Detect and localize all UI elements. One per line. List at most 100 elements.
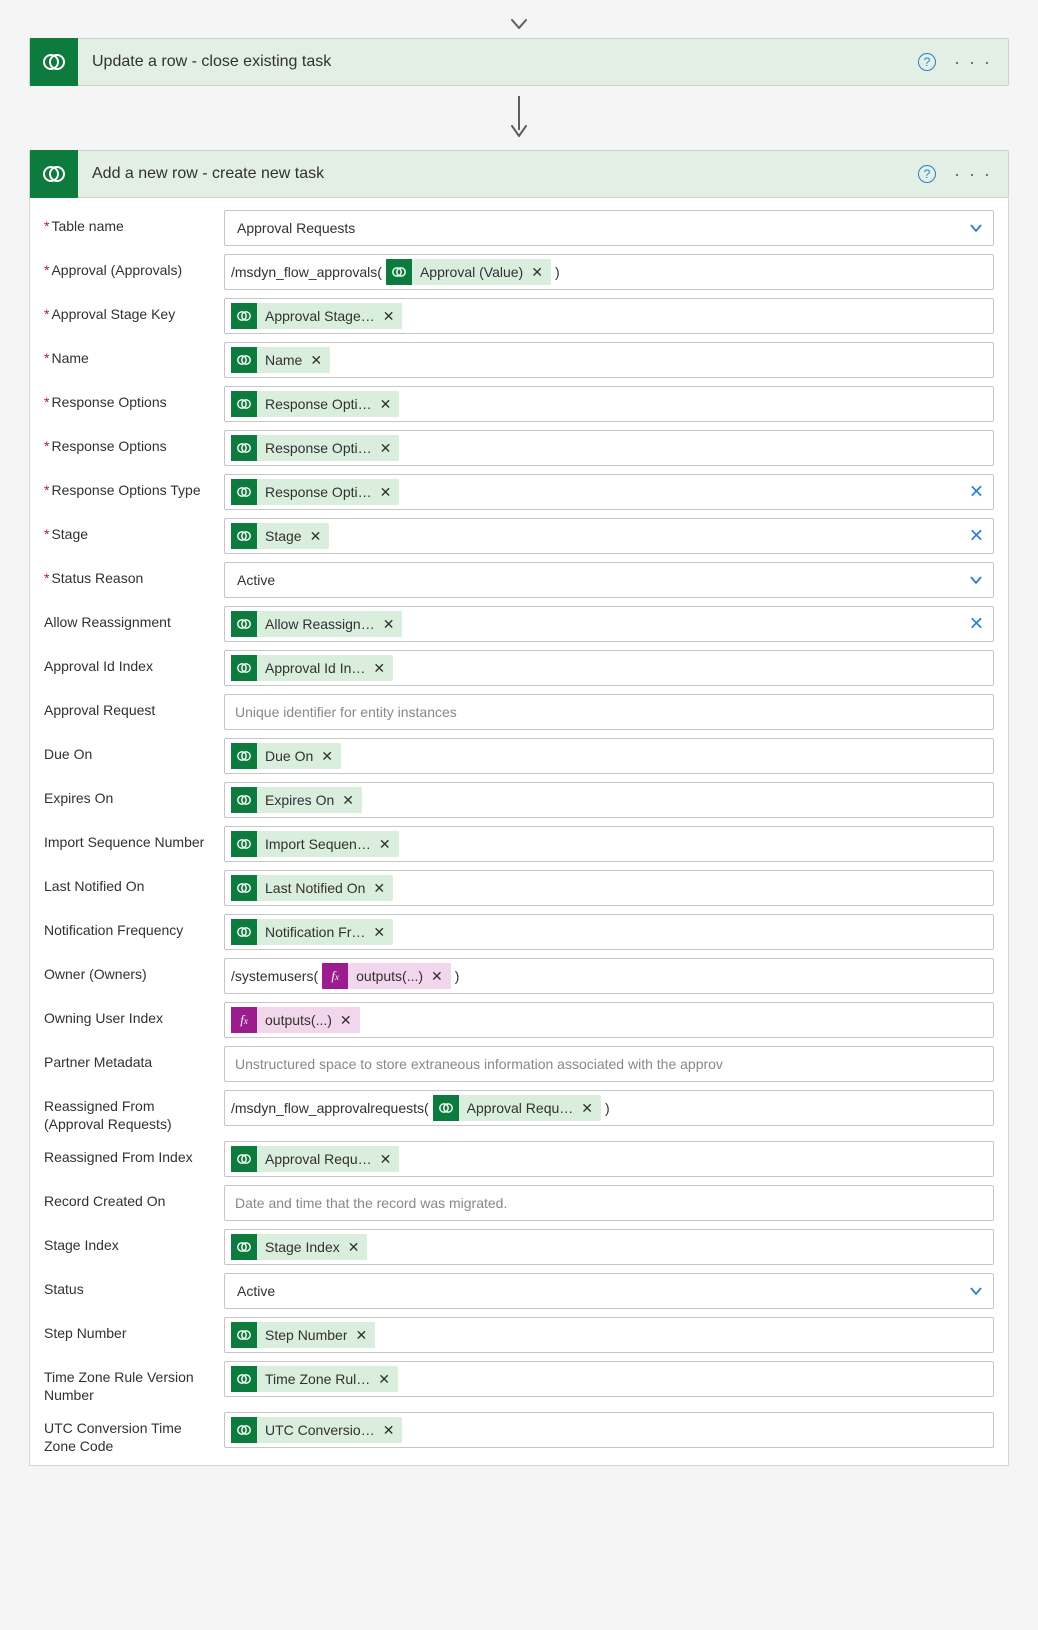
field-stageIndex[interactable]: Stage Index ✕ — [224, 1229, 994, 1265]
field-respOpt1[interactable]: Response Opti…✕ — [224, 386, 994, 422]
remove-token-icon[interactable]: ✕ — [531, 264, 543, 281]
remove-token-icon[interactable]: ✕ — [383, 616, 395, 633]
more-menu-icon[interactable]: · · · — [954, 52, 992, 73]
field-approval[interactable]: /msdyn_flow_approvals(Approval (Value)✕) — [224, 254, 994, 290]
table-name-select[interactable]: Approval Requests — [224, 210, 994, 246]
step-title: Update a row - close existing task — [78, 53, 918, 71]
field-status[interactable]: Active — [224, 1273, 994, 1309]
step-update-row-header[interactable]: Update a row - close existing task ? · ·… — [29, 38, 1009, 86]
dataverse-icon — [231, 479, 257, 505]
field-lastNotified[interactable]: Last Notified On✕ — [224, 870, 994, 906]
field-label: *Stage — [44, 518, 224, 544]
field-owner[interactable]: /systemusers(fxoutputs(...)✕) — [224, 958, 994, 994]
token-label: Expires On — [265, 792, 334, 808]
token-label: Approval Id In… — [265, 660, 365, 676]
remove-token-icon[interactable]: ✕ — [342, 792, 354, 809]
field-approvalStageKey[interactable]: Approval Stage…✕ — [224, 298, 994, 334]
field-dueOn[interactable]: Due On✕ — [224, 738, 994, 774]
remove-token-icon[interactable]: ✕ — [380, 440, 392, 457]
field-stage[interactable]: Stage✕ — [224, 518, 994, 554]
remove-token-icon[interactable]: ✕ — [581, 1100, 593, 1117]
remove-token-icon[interactable]: ✕ — [348, 1239, 360, 1256]
dynamic-token[interactable]: UTC Conversio…✕ — [231, 1417, 402, 1443]
remove-token-icon[interactable]: ✕ — [380, 484, 392, 501]
more-menu-icon[interactable]: · · · — [954, 164, 992, 185]
remove-token-icon[interactable]: ✕ — [310, 528, 322, 545]
field-label: Reassigned From (Approval Requests) — [44, 1090, 224, 1133]
remove-token-icon[interactable]: ✕ — [355, 1327, 367, 1344]
clear-icon[interactable]: ✕ — [969, 614, 984, 635]
remove-token-icon[interactable]: ✕ — [431, 968, 443, 985]
dynamic-token[interactable]: fxoutputs(...)✕ — [322, 963, 451, 989]
dataverse-icon — [231, 655, 257, 681]
dynamic-token[interactable]: Name✕ — [231, 347, 330, 373]
field-label: Stage Index — [44, 1229, 224, 1255]
field-name[interactable]: Name✕ — [224, 342, 994, 378]
field-label: *Status Reason — [44, 562, 224, 588]
remove-token-icon[interactable]: ✕ — [383, 1422, 395, 1439]
dynamic-token[interactable]: Approval Id In… ✕ — [231, 655, 393, 681]
field-notifFreq[interactable]: Notification Fr…✕ — [224, 914, 994, 950]
dataverse-icon — [231, 1366, 257, 1392]
dynamic-token[interactable]: Allow Reassign…✕ — [231, 611, 402, 637]
field-tzRule[interactable]: Time Zone Rul…✕ — [224, 1361, 994, 1397]
dynamic-token[interactable]: Stage✕ — [231, 523, 329, 549]
token-label: Response Opti… — [265, 484, 372, 500]
field-utcConv[interactable]: UTC Conversio…✕ — [224, 1412, 994, 1448]
dynamic-token[interactable]: Time Zone Rul…✕ — [231, 1366, 398, 1392]
clear-icon[interactable]: ✕ — [969, 526, 984, 547]
dynamic-token[interactable]: Notification Fr…✕ — [231, 919, 393, 945]
dynamic-token[interactable]: Approval (Value)✕ — [386, 259, 551, 285]
field-label: Partner Metadata — [44, 1046, 224, 1072]
remove-token-icon[interactable]: ✕ — [378, 1371, 390, 1388]
remove-token-icon[interactable]: ✕ — [373, 880, 385, 897]
remove-token-icon[interactable]: ✕ — [340, 1012, 352, 1029]
dynamic-token[interactable]: Expires On ✕ — [231, 787, 362, 813]
token-label: Stage Index — [265, 1239, 340, 1255]
field-importSeq[interactable]: Import Sequen…✕ — [224, 826, 994, 862]
field-allowReassign[interactable]: Allow Reassign…✕ — [224, 606, 994, 642]
field-respOpt2[interactable]: Response Opti…✕ — [224, 430, 994, 466]
field-expiresOn[interactable]: Expires On ✕ — [224, 782, 994, 818]
field-stepNumber[interactable]: Step Number✕ — [224, 1317, 994, 1353]
help-icon[interactable]: ? — [918, 165, 936, 183]
remove-token-icon[interactable]: ✕ — [383, 308, 395, 325]
field-recordCreated[interactable]: Date and time that the record was migrat… — [224, 1185, 994, 1221]
dynamic-token[interactable]: Due On✕ — [231, 743, 341, 769]
remove-token-icon[interactable]: ✕ — [380, 1151, 392, 1168]
remove-token-icon[interactable]: ✕ — [380, 396, 392, 413]
text-suffix: ) — [605, 1100, 610, 1116]
remove-token-icon[interactable]: ✕ — [373, 660, 385, 677]
field-label: Notification Frequency — [44, 914, 224, 940]
clear-icon[interactable]: ✕ — [969, 482, 984, 503]
dynamic-token[interactable]: Approval Requ…✕ — [231, 1146, 399, 1172]
remove-token-icon[interactable]: ✕ — [379, 836, 391, 853]
field-approvalRequest[interactable]: Unique identifier for entity instances — [224, 694, 994, 730]
field-label: Owning User Index — [44, 1002, 224, 1028]
field-approvalIdIndex[interactable]: Approval Id In… ✕ — [224, 650, 994, 686]
field-respOptType[interactable]: Response Opti… ✕ — [224, 474, 994, 510]
dataverse-icon — [30, 38, 78, 86]
dynamic-token[interactable]: Response Opti…✕ — [231, 391, 399, 417]
dynamic-token[interactable]: Stage Index ✕ — [231, 1234, 367, 1260]
field-label: UTC Conversion Time Zone Code — [44, 1412, 224, 1455]
field-owningUser[interactable]: fxoutputs(...)✕ — [224, 1002, 994, 1038]
dynamic-token[interactable]: Response Opti…✕ — [231, 435, 399, 461]
field-partnerMeta[interactable]: Unstructured space to store extraneous i… — [224, 1046, 994, 1082]
dynamic-token[interactable]: Approval Requ…✕ — [433, 1095, 601, 1121]
field-label: Expires On — [44, 782, 224, 808]
help-icon[interactable]: ? — [918, 53, 936, 71]
field-reassignedFrom[interactable]: /msdyn_flow_approvalrequests(Approval Re… — [224, 1090, 994, 1126]
dynamic-token[interactable]: Approval Stage…✕ — [231, 303, 402, 329]
dynamic-token[interactable]: Import Sequen…✕ — [231, 831, 399, 857]
remove-token-icon[interactable]: ✕ — [310, 352, 322, 369]
dynamic-token[interactable]: Last Notified On✕ — [231, 875, 393, 901]
remove-token-icon[interactable]: ✕ — [321, 748, 333, 765]
dynamic-token[interactable]: Step Number✕ — [231, 1322, 375, 1348]
field-statusReason[interactable]: Active — [224, 562, 994, 598]
step-add-row-header[interactable]: Add a new row - create new task ? · · · — [29, 150, 1009, 198]
dynamic-token[interactable]: fxoutputs(...)✕ — [231, 1007, 360, 1033]
dynamic-token[interactable]: Response Opti… ✕ — [231, 479, 399, 505]
field-reassignedFromIdx[interactable]: Approval Requ…✕ — [224, 1141, 994, 1177]
remove-token-icon[interactable]: ✕ — [373, 924, 385, 941]
